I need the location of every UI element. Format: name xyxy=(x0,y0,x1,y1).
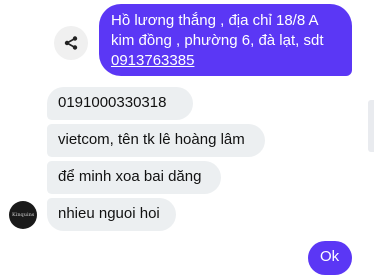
incoming-message-bubble[interactable]: nhieu nguoi hoi xyxy=(47,198,176,231)
adjacent-panel-edge xyxy=(368,100,374,152)
share-button[interactable] xyxy=(54,26,88,60)
message-line: kim đồng , phường 6, đà lạt, sdt xyxy=(111,32,324,49)
outgoing-message-bubble-partial[interactable]: Ok xyxy=(308,241,352,275)
outgoing-message-bubble[interactable]: Hồ lương thắng , địa chỉ 18/8 A kim đồng… xyxy=(99,4,352,76)
incoming-message-bubble[interactable]: 0191000330318 xyxy=(47,87,193,120)
message-line: Hồ lương thắng , địa chỉ 18/8 A xyxy=(111,12,319,29)
phone-link[interactable]: 0913763385 xyxy=(111,51,340,71)
message-text: 0191000330318 xyxy=(58,94,167,111)
avatar-logo-text: Kinquins xyxy=(12,212,35,218)
share-icon xyxy=(64,36,78,50)
incoming-message-bubble[interactable]: để minh xoa bai dăng xyxy=(47,161,221,194)
incoming-message-bubble[interactable]: vietcom, tên tk lê hoàng lâm xyxy=(47,124,265,157)
avatar[interactable]: Kinquins xyxy=(9,201,37,229)
message-text: để minh xoa bai dăng xyxy=(58,168,202,185)
message-text: vietcom, tên tk lê hoàng lâm xyxy=(58,131,245,148)
message-text: nhieu nguoi hoi xyxy=(58,205,160,222)
